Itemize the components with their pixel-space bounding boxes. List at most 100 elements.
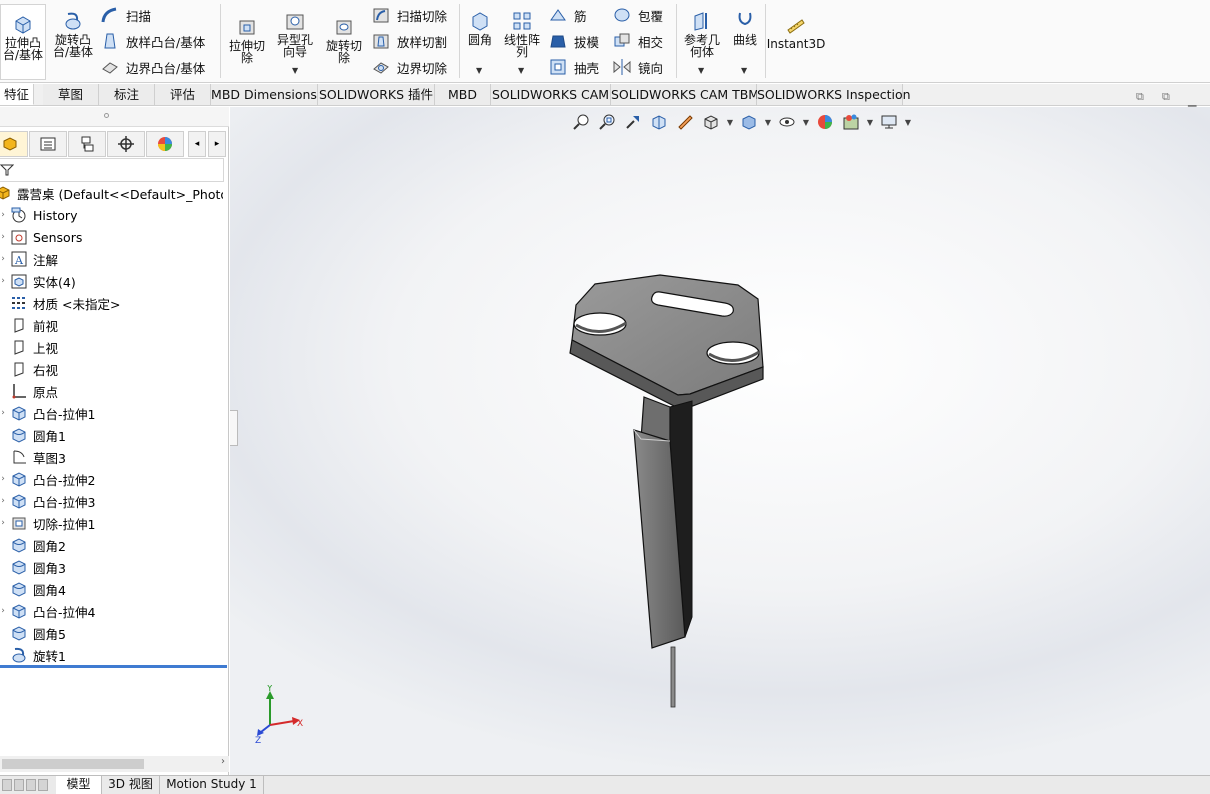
tree-item[interactable]: 圆角1 [0,424,225,446]
linear-pattern-button[interactable]: 线性阵 列 [500,10,544,58]
extrude-cut-button[interactable]: 拉伸切 除 [224,16,270,64]
expand-icon[interactable]: › [0,210,10,220]
draft-button[interactable]: 拔模 [548,30,599,52]
shell-button[interactable]: 抽壳 [548,56,599,78]
tree-item[interactable]: 圆角2 [0,534,225,556]
tab-features[interactable]: 特征 [0,84,34,105]
tab-solidworks-addins[interactable]: SOLIDWORKS 插件 [318,84,435,105]
tab-mbd-dimensions[interactable]: MBD Dimensions [211,84,318,105]
panel-splitter[interactable] [0,107,229,127]
tab-evaluate[interactable]: 评估 [155,84,211,105]
tree-item-label: 草图3 [33,450,66,466]
expand-icon[interactable]: › [0,496,10,506]
tree-item[interactable]: 右视 [0,358,225,380]
display-manager-tab[interactable] [146,131,184,157]
expand-icon[interactable]: › [0,606,10,616]
expand-icon[interactable]: › [0,408,10,418]
lofted-cut-button[interactable]: 放样切割 [371,30,447,52]
tree-item[interactable]: 圆角3 [0,556,225,578]
tab-nav-prev[interactable] [14,779,24,791]
instant3d-button[interactable]: Instant3D [767,14,825,50]
revolve-cut-button[interactable]: 旋转切 除 [321,16,367,64]
tree-item[interactable]: › 凸台-拉伸1 [0,402,225,424]
tree-item[interactable]: 圆角4 [0,578,225,600]
separator [459,4,460,78]
graphics-area[interactable]: ▼ ▼ ▼ ▼ ▼ Y X Z [230,107,1210,775]
tree-item[interactable]: 圆角5 [0,622,225,644]
linear-pattern-dropdown[interactable]: ▼ [518,66,524,75]
reference-geometry-icon [694,12,707,31]
tree-item[interactable]: › History [0,204,225,226]
tree-root[interactable]: 露营桌 (Default<<Default>_PhotoWo [0,182,223,204]
tab-3d-views[interactable]: 3D 视图 [102,776,160,794]
tree-root-label: 露营桌 (Default<<Default>_PhotoWo [17,186,223,202]
fillet-button[interactable]: 圆角 [462,10,498,46]
boundary-boss-button[interactable]: 边界凸台/基体 [100,56,205,78]
chevron-right-icon[interactable]: › [221,756,225,767]
tree-item[interactable]: › 实体(4) [0,270,225,292]
sweep-button[interactable]: 扫描 [100,4,151,26]
tab-solidworks-cam[interactable]: SOLIDWORKS CAM [491,84,611,105]
intersect-button[interactable]: 相交 [612,30,663,52]
tab-solidworks-inspection[interactable]: SOLIDWORKS Inspection [757,84,911,105]
hole-wizard-dropdown[interactable]: ▼ [292,66,298,75]
tree-item[interactable]: › 凸台-拉伸3 [0,490,225,512]
tab-sketch[interactable]: 草图 [43,84,99,105]
tree-item[interactable]: › 凸台-拉伸4 [0,600,225,622]
tab-markup[interactable]: 标注 [99,84,155,105]
reference-geometry-button[interactable]: 参考几 何体 [680,10,724,58]
swept-cut-button[interactable]: 扫描切除 [371,4,447,26]
tab-mbd[interactable]: MBD [435,84,491,105]
revolve-boss-button[interactable]: 旋转凸 台/基体 [50,10,96,58]
tab-nav-last[interactable] [38,779,48,791]
loft-boss-button[interactable]: 放样凸台/基体 [100,30,205,52]
curves-button[interactable]: 曲线 [726,10,764,46]
expand-icon[interactable]: › [0,254,10,264]
part-model-view[interactable] [230,107,1210,775]
wrap-button[interactable]: 包覆 [612,4,663,26]
tab-nav-next[interactable] [26,779,36,791]
dimxpert-manager-tab[interactable] [107,131,145,157]
bottom-tab-bar: 模型 3D 视图 Motion Study 1 [0,775,1210,794]
tree-item[interactable]: › 凸台-拉伸2 [0,468,225,490]
tree-item[interactable]: › 切除-拉伸1 [0,512,225,534]
feature-manager-tab[interactable] [0,131,28,157]
hole-wizard-button[interactable]: 异型孔 向导 [272,10,318,58]
tree-item[interactable]: 原点 [0,380,225,402]
tree-filter[interactable] [0,158,224,182]
tree-item[interactable]: 前视 [0,314,225,336]
rib-label: 筋 [574,8,587,24]
tree-item[interactable]: 材质 <未指定> [0,292,225,314]
tree-item[interactable]: › A 注解 [0,248,225,270]
tree-item[interactable]: 草图3 [0,446,225,468]
tab-scroll-left[interactable]: ◂ [188,131,206,157]
fillet-dropdown[interactable]: ▼ [476,66,482,75]
expand-icon[interactable]: › [0,518,10,528]
scroll-thumb[interactable] [2,759,144,769]
restore-right-icon[interactable]: ⧉ [1162,90,1170,104]
tab-solidworks-cam-tbm[interactable]: SOLIDWORKS CAM TBM [611,84,759,105]
expand-icon[interactable]: › [0,276,10,286]
extrude-boss-button[interactable]: 拉伸凸 台/基体 [0,4,46,80]
tab-model[interactable]: 模型 [56,776,102,794]
configuration-manager-tab[interactable] [68,131,106,157]
boundary-cut-button[interactable]: 边界切除 [371,56,447,78]
plane-icon [14,318,24,333]
property-manager-tab[interactable] [29,131,67,157]
tab-scroll-right[interactable]: ▸ [208,131,226,157]
tab-nav-first[interactable] [2,779,12,791]
horizontal-scrollbar[interactable]: › [0,756,229,772]
rollback-bar[interactable] [0,665,227,668]
tree-item[interactable]: › Sensors [0,226,225,248]
expand-icon[interactable]: › [0,474,10,484]
mirror-button[interactable]: 镜向 [612,56,663,78]
minimize-icon[interactable]: ▁ [1188,94,1196,107]
tree-item[interactable]: 上视 [0,336,225,358]
reference-geometry-dropdown[interactable]: ▼ [698,66,704,75]
expand-icon[interactable]: › [0,232,10,242]
tab-motion-study-1[interactable]: Motion Study 1 [160,776,264,794]
tree-item[interactable]: 旋转1 [0,644,225,666]
restore-left-icon[interactable]: ⧉ [1136,90,1144,104]
rib-button[interactable]: 筋 [548,4,587,26]
curves-dropdown[interactable]: ▼ [741,66,747,75]
